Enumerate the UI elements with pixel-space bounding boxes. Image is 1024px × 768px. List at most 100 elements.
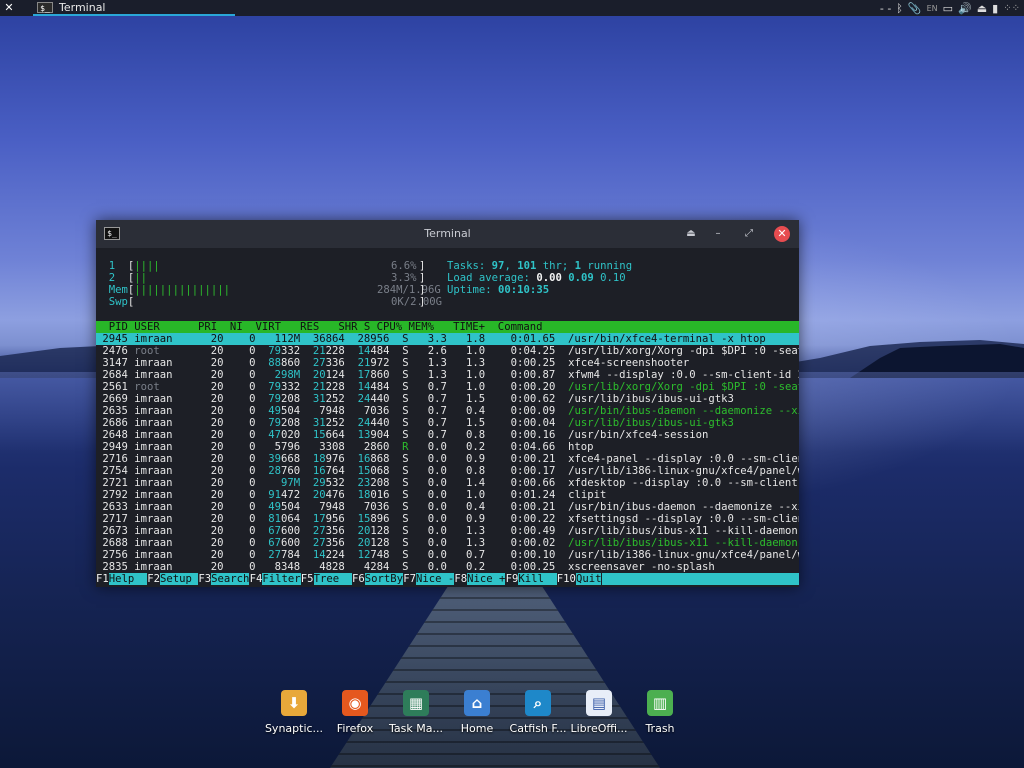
cell-virt: 67600 [268,537,301,549]
cell-mem: 1.0 [446,369,486,381]
window-titlebar[interactable]: $_ Terminal ⏏ – ⤢ ✕ [96,220,799,248]
table-row[interactable]: 2717 imraan 20 0 81064 17956 15896 S 0.0… [96,513,799,525]
table-row[interactable]: 2684 imraan 20 0 298M 20124 17860 S 1.3 … [96,369,799,381]
table-row[interactable]: 2648 imraan 20 0 47020 15664 13904 S 0.7… [96,429,799,441]
battery-icon[interactable]: ▮ [992,2,998,15]
cell-time: 0:00.22 [485,513,556,525]
desktop-icon-document[interactable]: ▤ LibreOffi... [568,690,630,735]
cell-mem: 0.8 [446,429,486,441]
cell-ni: 0 [223,333,256,345]
table-row[interactable]: 2633 imraan 20 0 49504 7948 7036 S 0.0 0… [96,501,799,513]
table-row[interactable]: 2754 imraan 20 0 28760 16764 15068 S 0.0… [96,465,799,477]
fkey-key: F7 [403,573,416,585]
cell-res: 27336 [312,357,345,369]
cell-cpu: 0.0 [408,513,447,525]
cell-res: 27356 [312,525,345,537]
home-folder-icon: ⌂ [464,690,490,716]
table-row[interactable]: 2635 imraan 20 0 49504 7948 7036 S 0.7 0… [96,405,799,417]
cell-virt: 79208 [268,417,301,429]
table-row[interactable]: 2792 imraan 20 0 91472 20476 18016 S 0.0… [96,489,799,501]
cell-pid: 2945 [96,333,128,345]
bluetooth-icon[interactable]: ᛒ [896,2,903,15]
cell-user: imraan [127,525,192,537]
task-manager-icon: ▦ [403,690,429,716]
htop-screen[interactable]: 1 [|||| 6.6%] 2 [|| 3.3%] Mem[||||||||||||… [96,248,799,587]
fkey-f8[interactable]: F8Nice + [454,573,506,585]
shade-button[interactable]: ⏏ [684,227,698,241]
fkey-f1[interactable]: F1Help [96,573,148,585]
table-row[interactable]: 3147 imraan 20 0 88860 27336 21972 S 1.3… [96,357,799,369]
table-row[interactable]: 2945 imraan 20 0 112M 36864 28956 S 3.3 … [96,333,799,345]
cell-virt: 81064 [268,513,301,525]
terminal-window: $_ Terminal ⏏ – ⤢ ✕ 1 [|||| 6.6%] 2 [|| 3.… [96,220,799,587]
cell-virt: 47020 [268,429,301,441]
table-row[interactable]: 2949 imraan 20 0 5796 3308 2860 R 0.0 0.… [96,441,799,453]
cell-shr: 15896 [357,513,390,525]
fkey-f6[interactable]: F6SortBy [352,573,404,585]
fkey-f2[interactable]: F2Setup [147,573,199,585]
cell-user: imraan [127,465,192,477]
table-row[interactable]: 2835 imraan 20 0 8348 4828 4284 S 0.0 0.… [96,561,799,573]
fkey-f5[interactable]: F5Tree [301,573,352,585]
cell-cpu: 0.0 [408,453,447,465]
keyboard-layout-indicator[interactable]: EN [927,4,938,13]
fkey-f10[interactable]: F10Quit [557,573,602,585]
clip-icon[interactable]: 📎 [908,2,922,15]
table-row[interactable]: 2716 imraan 20 0 39668 18976 16868 S 0.0… [96,453,799,465]
fkey-key: F3 [198,573,212,585]
fkey-f4[interactable]: F4Filter [250,573,301,585]
clock-icon[interactable]: ⁘⁘ [1003,3,1020,14]
cell-user: imraan [127,417,192,429]
cell-pid: 2688 [96,537,128,549]
desktop-icon-search[interactable]: ⌕ Catfish F... [507,690,569,735]
cell-ni: 0 [223,453,256,465]
maximize-button[interactable]: ⤢ [742,227,756,241]
desktop-icon-firefox[interactable]: ◉ Firefox [324,690,386,735]
cell-user: imraan [127,561,192,573]
table-row[interactable]: 2688 imraan 20 0 67600 27356 20128 S 0.0… [96,537,799,549]
cell-virt: 27784 [268,549,301,561]
cell-mem: 1.3 [446,537,486,549]
table-row[interactable]: 2756 imraan 20 0 27784 14224 12748 S 0.0… [96,549,799,561]
cell-cmd: /usr/lib/ibus/ibus-ui-gtk3 [555,417,734,429]
desktop-icon-trash[interactable]: ▥ Trash [629,690,691,735]
cell-virt: 97M [255,477,301,489]
cell-shr: 15068 [357,465,390,477]
fkey-f3[interactable]: F3Search [198,573,250,585]
cell-cmd: xfsettingsd --display :0.0 --sm-clien [555,513,799,525]
cell-s: S [389,537,409,549]
minimize-button[interactable]: – [711,227,725,241]
volume-icon[interactable]: 🔊 [958,2,972,15]
cell-s: S [389,477,409,489]
table-row[interactable]: 2561 root 20 0 79332 21228 14484 S 0.7 1… [96,381,799,393]
cell-mem: 0.9 [446,513,486,525]
cell-virt: 112M [255,333,301,345]
fkey-f7[interactable]: F7Nice - [403,573,455,585]
fkey-f9[interactable]: F9Kill [506,573,557,585]
cell-pri: 20 [191,561,224,573]
eject-icon[interactable]: ⏏ [977,2,987,15]
table-row[interactable]: 2673 imraan 20 0 67600 27356 20128 S 0.0… [96,525,799,537]
process-table-header[interactable]: PID USER PRI NI VIRT RES SHR S CPU% MEM%… [96,321,799,333]
desktop-icon-home-folder[interactable]: ⌂ Home [446,690,508,735]
cell-res: 15664 [312,429,345,441]
fkey-label: Search [211,573,250,585]
table-row[interactable]: 2669 imraan 20 0 79208 31252 24440 S 0.7… [96,393,799,405]
cell-pid: 2686 [96,417,128,429]
desktop-icon-task-manager[interactable]: ▦ Task Ma... [385,690,447,735]
cell-shr: 20128 [357,537,390,549]
fkey-label: Filter [262,573,301,585]
cell-res: 4828 [300,561,345,573]
table-row[interactable]: 2476 root 20 0 79332 21228 14484 S 2.6 1… [96,345,799,357]
desktop-icon-download[interactable]: ⬇ Synaptic... [263,690,325,735]
close-button[interactable]: ✕ [774,226,790,242]
cell-user: imraan [127,429,192,441]
network-icon[interactable]: ▭ [943,2,953,15]
cell-s: S [389,465,409,477]
cell-ni: 0 [223,405,256,417]
table-row[interactable]: 2721 imraan 20 0 97M 29532 23208 S 0.0 1… [96,477,799,489]
table-row[interactable]: 2686 imraan 20 0 79208 31252 24440 S 0.7… [96,417,799,429]
cell-shr: 14484 [357,381,390,393]
taskbar-button-terminal[interactable]: $_ Terminal [33,0,235,16]
applications-menu-icon[interactable]: ✕ [3,2,15,14]
